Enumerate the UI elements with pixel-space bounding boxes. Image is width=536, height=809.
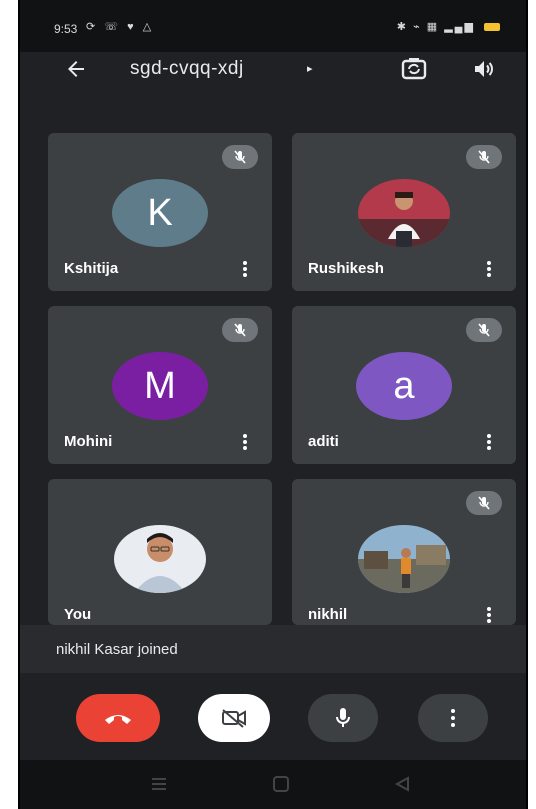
home-icon[interactable] bbox=[272, 776, 290, 792]
more-vert-icon[interactable] bbox=[242, 259, 248, 279]
participant-name: Kshitija bbox=[64, 260, 119, 277]
call-controls bbox=[20, 680, 526, 760]
participant-tile-aditi[interactable]: a aditi bbox=[292, 306, 516, 464]
mic-off-icon bbox=[222, 145, 258, 169]
profile-photo bbox=[358, 179, 450, 247]
participant-tile-nikhil[interactable]: nikhil bbox=[292, 479, 516, 625]
participant-name: You bbox=[64, 606, 92, 623]
profile-photo bbox=[114, 525, 206, 593]
end-call-button[interactable] bbox=[76, 694, 160, 742]
avatar: M bbox=[112, 352, 208, 420]
camera-off-icon bbox=[222, 709, 246, 728]
more-vert-icon bbox=[451, 709, 455, 727]
mic-off-icon bbox=[466, 318, 502, 342]
participant-tile-rushikesh[interactable]: Rushikesh bbox=[292, 133, 516, 291]
bluetooth-icon: ✱ bbox=[396, 21, 408, 33]
more-vert-icon[interactable] bbox=[242, 432, 248, 452]
network-icon: ▦ bbox=[426, 21, 440, 33]
meeting-code[interactable]: sgd-cvqq-xdj bbox=[130, 58, 244, 80]
recents-icon[interactable] bbox=[150, 776, 168, 792]
mic-off-icon bbox=[222, 318, 258, 342]
bell-icon: △ bbox=[142, 21, 155, 33]
microphone-icon bbox=[336, 708, 350, 727]
participant-name: Rushikesh bbox=[308, 260, 384, 277]
avatar bbox=[356, 525, 452, 593]
heart-icon: ♥ bbox=[127, 21, 137, 33]
more-vert-icon[interactable] bbox=[486, 259, 492, 279]
camera-toggle-button[interactable] bbox=[198, 694, 270, 742]
back-arrow-icon[interactable] bbox=[64, 57, 88, 81]
speaker-icon[interactable] bbox=[472, 57, 496, 81]
signal-icon: ▂▄▆ bbox=[444, 21, 475, 33]
participant-name: Mohini bbox=[64, 433, 113, 450]
system-navigation-bar bbox=[20, 760, 526, 809]
join-notification: nikhil Kasar joined bbox=[20, 625, 526, 673]
hang-up-icon bbox=[105, 715, 131, 724]
vibrate-icon: ⌁ bbox=[413, 21, 422, 33]
mic-toggle-button[interactable] bbox=[308, 694, 378, 742]
avatar bbox=[356, 179, 452, 247]
back-nav-icon[interactable] bbox=[394, 776, 412, 792]
participant-tile-kshitija[interactable]: K Kshitija bbox=[48, 133, 272, 291]
participant-name: nikhil bbox=[308, 606, 348, 623]
more-options-button[interactable] bbox=[418, 694, 488, 742]
profile-photo bbox=[358, 525, 450, 593]
avatar: a bbox=[356, 352, 452, 420]
meeting-header: sgd-cvqq-xdj ▸ bbox=[20, 52, 526, 92]
switch-camera-icon[interactable] bbox=[400, 56, 428, 82]
mic-off-icon bbox=[466, 491, 502, 515]
more-vert-icon[interactable] bbox=[486, 432, 492, 452]
participant-tile-mohini[interactable]: M Mohini bbox=[48, 306, 272, 464]
mic-off-icon bbox=[466, 145, 502, 169]
status-bar: 9:53 ⟳ ☏ ♥ △ ✱ ⌁ ▦ ▂▄▆ bbox=[20, 0, 526, 52]
join-notification-text: nikhil Kasar joined bbox=[56, 641, 178, 658]
status-time: 9:53 bbox=[54, 22, 78, 36]
avatar bbox=[112, 525, 208, 593]
meeting-info-caret-icon[interactable]: ▸ bbox=[307, 62, 313, 75]
avatar: K bbox=[112, 179, 208, 247]
participant-tile-you[interactable]: You bbox=[48, 479, 272, 625]
battery-icon bbox=[484, 23, 500, 32]
status-right-icons: ✱ ⌁ ▦ ▂▄▆ bbox=[397, 20, 500, 33]
signal-sync-icon: ⟳ bbox=[86, 21, 99, 33]
phone-screen: 9:53 ⟳ ☏ ♥ △ ✱ ⌁ ▦ ▂▄▆ sgd-cvqq-xdj ▸ K … bbox=[18, 0, 528, 809]
more-vert-icon[interactable] bbox=[486, 605, 492, 625]
participant-name: aditi bbox=[308, 433, 339, 450]
wifi-call-icon: ☏ bbox=[104, 21, 122, 33]
status-left-icons: ⟳ ☏ ♥ △ bbox=[86, 20, 154, 33]
